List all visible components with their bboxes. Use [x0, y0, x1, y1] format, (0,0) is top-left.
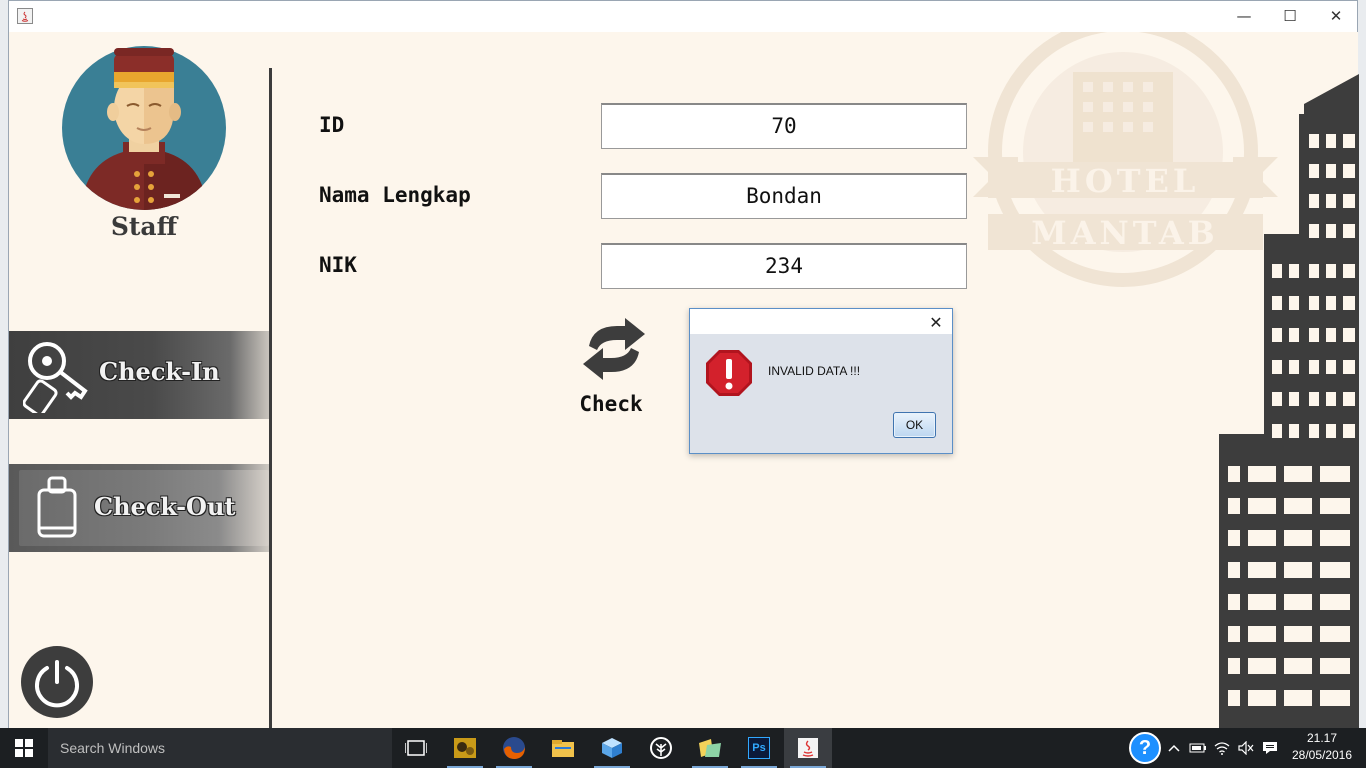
refresh-icon [579, 316, 649, 382]
nama-lengkap-label: Nama Lengkap [319, 183, 471, 207]
volume-muted-icon[interactable] [1236, 738, 1256, 758]
java-app-icon [17, 8, 33, 24]
power-button[interactable] [21, 646, 93, 718]
dialog-title-bar[interactable]: ✕ [690, 309, 952, 334]
photoshop-label: Ps [748, 737, 770, 759]
luggage-icon [35, 476, 79, 540]
java-icon[interactable] [784, 728, 832, 768]
chevron-up-icon[interactable] [1164, 738, 1184, 758]
building-illustration [1214, 74, 1359, 728]
windows-logo-icon [15, 739, 33, 757]
watermark-line2: MANTAB [1031, 214, 1218, 252]
game-icon[interactable] [441, 728, 489, 768]
desktop-edge-right [1358, 0, 1366, 728]
dialog-close-button[interactable]: ✕ [924, 311, 948, 333]
error-stop-icon [705, 349, 753, 397]
taskbar-search[interactable]: Search Windows [48, 728, 392, 768]
help-icon[interactable]: ? [1129, 732, 1161, 764]
sidebar-divider [269, 68, 272, 728]
tree-app-icon[interactable] [637, 728, 685, 768]
id-field[interactable]: 70 [601, 103, 967, 149]
title-bar[interactable]: — ☐ ✕ [9, 1, 1357, 32]
watermark-line1: HOTEL [1051, 162, 1200, 200]
minimize-button[interactable]: — [1221, 1, 1267, 31]
nik-label: NIK [319, 253, 357, 277]
photoshop-icon[interactable]: Ps [735, 728, 783, 768]
taskbar: Search Windows Ps ? 21.17 28/05/2016 [0, 728, 1366, 768]
clock-time: 21.17 [1306, 731, 1338, 745]
checkin-label: Check-In [99, 357, 220, 386]
firefox-icon[interactable] [490, 728, 538, 768]
dialog-body: INVALID DATA !!! OK [690, 334, 952, 453]
close-button[interactable]: ✕ [1313, 1, 1359, 31]
task-view-icon[interactable] [392, 728, 440, 768]
checkout-label: Check-Out [94, 492, 236, 521]
staff-label: Staff [110, 212, 178, 241]
file-explorer-icon[interactable] [539, 728, 587, 768]
check-button[interactable]: Check [571, 312, 651, 422]
app-window: — ☐ ✕ HOTEL MANTAB Staff Check-In Check-… [8, 0, 1359, 728]
start-button[interactable] [0, 728, 48, 768]
desktop-edge-left [0, 0, 8, 728]
ok-button[interactable]: OK [893, 412, 936, 438]
system-clock[interactable]: 21.17 28/05/2016 [1288, 730, 1356, 764]
power-icon [35, 660, 79, 708]
key-tag-icon [22, 339, 93, 417]
wifi-icon[interactable] [1212, 738, 1232, 758]
id-label: ID [319, 113, 345, 137]
checkin-button[interactable]: Check-In [9, 331, 269, 419]
nama-lengkap-field[interactable]: Bondan [601, 173, 967, 219]
notification-icon[interactable] [1260, 738, 1280, 758]
staff-avatar [61, 44, 227, 212]
main-content: HOTEL MANTAB Staff Check-In Check-Out ID… [9, 17, 1359, 728]
nik-field[interactable]: 234 [601, 243, 967, 289]
dialog-message: INVALID DATA !!! [768, 364, 861, 378]
checkout-button[interactable]: Check-Out [9, 464, 269, 552]
maximize-button[interactable]: ☐ [1267, 1, 1313, 31]
battery-icon[interactable] [1188, 738, 1208, 758]
sidebar: Staff Check-In Check-Out [9, 32, 269, 728]
cube-app-icon[interactable] [588, 728, 636, 768]
error-dialog: ✕ INVALID DATA !!! OK [689, 308, 953, 454]
clock-date: 28/05/2016 [1291, 748, 1353, 762]
folder-app-icon[interactable] [686, 728, 734, 768]
check-label: Check [579, 392, 643, 416]
